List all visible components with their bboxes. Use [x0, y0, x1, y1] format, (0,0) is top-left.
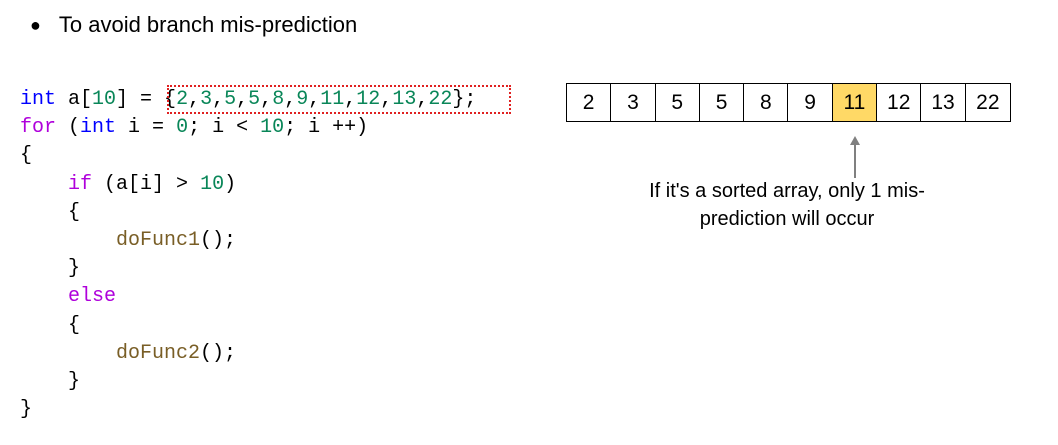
- code-token-number: 10: [200, 172, 225, 196]
- array-cell: 13: [921, 84, 966, 121]
- code-block: int a[10] = {2,3,5,5,8,9,11,12,13,22}; fo…: [20, 86, 476, 424]
- code-token-plain: }: [20, 369, 81, 393]
- code-token-plain: ();: [200, 341, 237, 365]
- code-line: {: [20, 199, 476, 227]
- code-token-control: if: [68, 172, 93, 196]
- code-line: {: [20, 142, 476, 170]
- code-token-plain: }: [20, 398, 33, 422]
- code-line: {: [20, 312, 476, 340]
- bullet-text: To avoid branch mis-prediction: [58, 12, 358, 37]
- annotation-line-2: prediction will occur: [699, 208, 875, 230]
- code-line: for (int i = 0; i < 10; i ++): [20, 114, 476, 142]
- code-token-plain: ): [224, 172, 237, 196]
- code-line: }: [20, 368, 476, 396]
- array-cell: 12: [877, 84, 922, 121]
- array-cell: 9: [788, 84, 833, 121]
- array-cell: 5: [656, 84, 700, 121]
- code-token-plain: }: [20, 257, 81, 281]
- code-token-plain: ; i ++): [284, 116, 369, 140]
- code-token-plain: ; i <: [188, 116, 261, 140]
- code-token-plain: ();: [200, 228, 237, 252]
- code-token-control: else: [68, 285, 117, 309]
- code-token-plain: {: [20, 200, 81, 224]
- annotation-text: If it's a sorted array, only 1 mis- pred…: [587, 177, 987, 233]
- array-cell: 2: [567, 84, 612, 121]
- code-line: if (a[i] > 10): [20, 171, 476, 199]
- code-token-number: 10: [260, 116, 285, 140]
- code-token-plain: {: [20, 144, 33, 168]
- code-token-keyword: int: [20, 88, 57, 111]
- code-token-number: 0: [176, 116, 189, 140]
- code-token-plain: a[: [56, 88, 93, 111]
- bullet-point: ● To avoid branch mis-prediction: [30, 12, 357, 38]
- code-token-plain: (: [56, 116, 81, 140]
- array-initializer-highlight: [167, 85, 511, 114]
- code-token-function: doFunc1: [116, 228, 201, 252]
- array-cell: 11: [832, 84, 878, 121]
- annotation-line-1: If it's a sorted array, only 1 mis-: [649, 180, 925, 202]
- code-token-number: 10: [92, 88, 117, 111]
- code-token-function: doFunc2: [116, 341, 201, 365]
- array-cell: 22: [976, 90, 1000, 114]
- bullet-dot-icon: ●: [30, 14, 41, 35]
- code-token-keyword: int: [80, 116, 117, 140]
- code-line: else: [20, 283, 476, 311]
- code-line: }: [20, 255, 476, 283]
- code-line: doFunc1();: [20, 227, 476, 255]
- array-cell: 3: [611, 84, 656, 121]
- array-cell: 8: [744, 84, 789, 121]
- code-token-plain: {: [20, 313, 81, 337]
- array-cell: 5: [700, 84, 745, 121]
- code-token-plain: i =: [116, 116, 177, 140]
- code-token-control: for: [20, 116, 57, 140]
- code-line: doFunc2();: [20, 340, 476, 368]
- code-line: }: [20, 396, 476, 424]
- code-token-plain: (a[i] >: [92, 172, 201, 196]
- up-arrow-icon: [850, 136, 860, 178]
- sorted-array-diagram: 2 3 5 5 8 9 11 12 13 22: [566, 83, 1011, 122]
